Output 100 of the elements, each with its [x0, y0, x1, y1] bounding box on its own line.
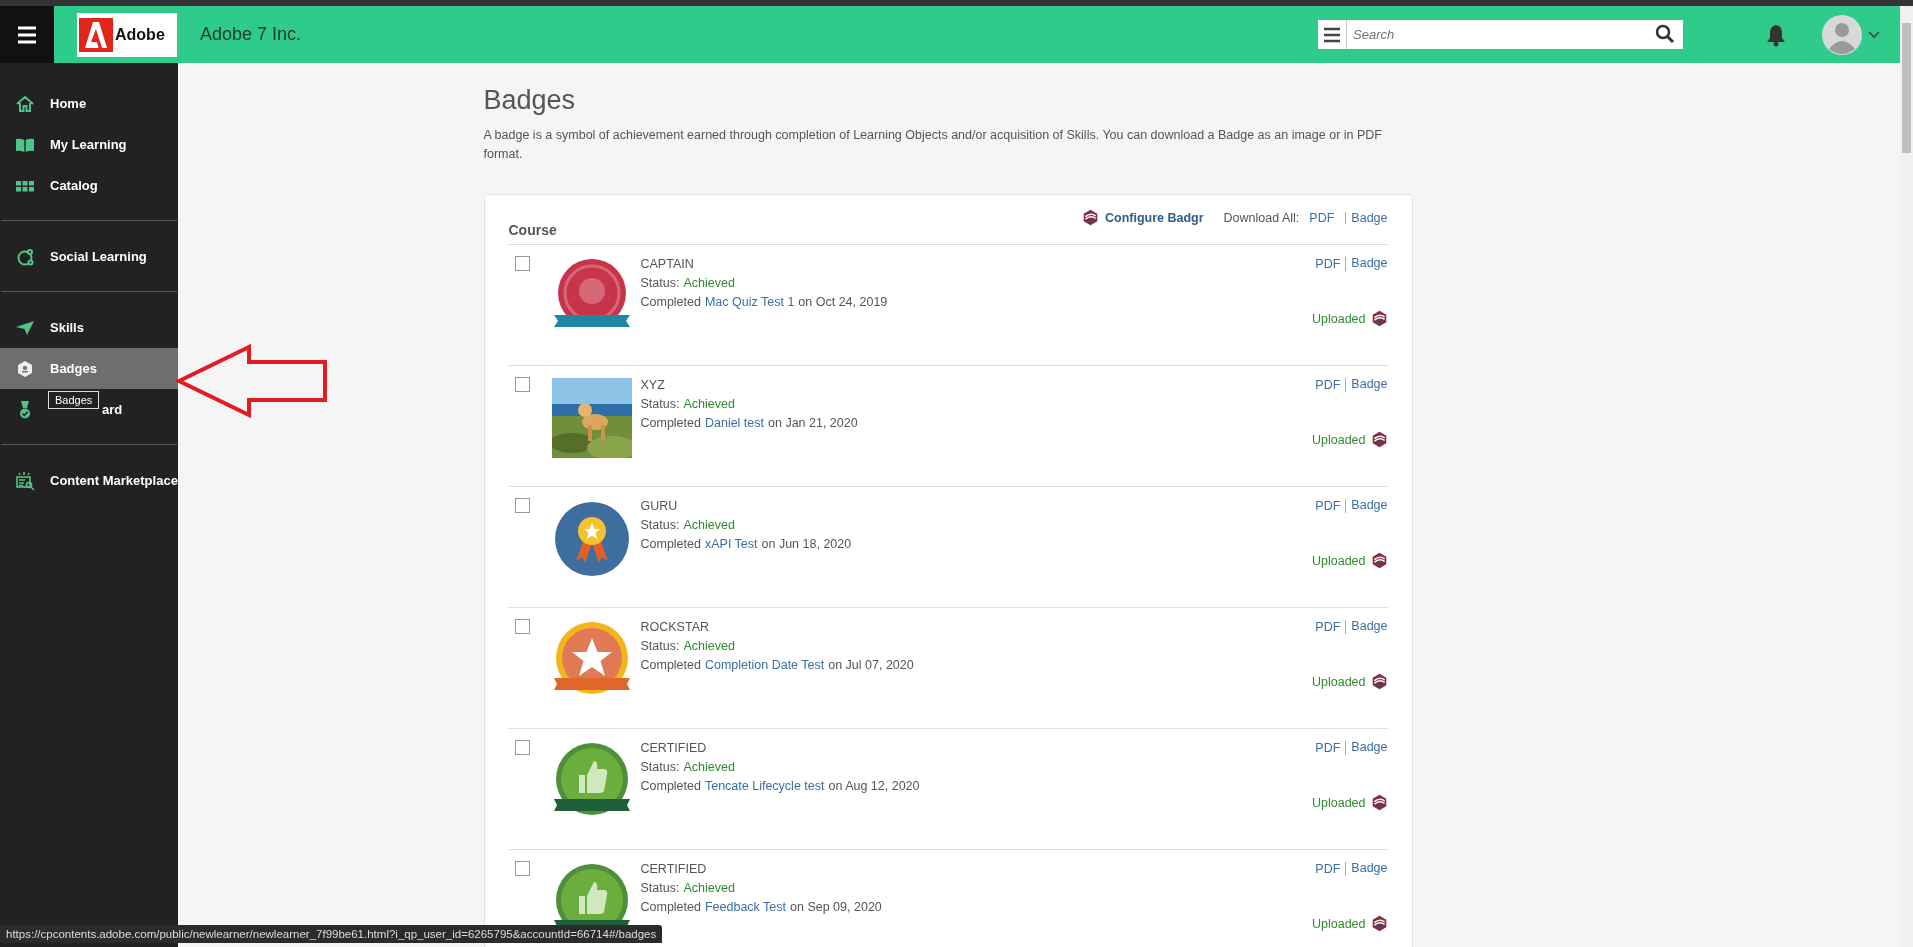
status-label: Status: [640, 639, 680, 653]
badge-link[interactable]: Badge [1345, 378, 1388, 392]
company-logo[interactable]: Adobe [77, 12, 177, 57]
badge-link[interactable]: Badge [1345, 620, 1388, 634]
status-value: Achieved [683, 518, 735, 532]
completed-label: Completed [640, 779, 701, 793]
badge-name: XYZ [640, 378, 666, 392]
badge-link[interactable]: Badge [1345, 741, 1388, 755]
status-value: Achieved [683, 881, 735, 895]
avatar-icon[interactable] [1822, 14, 1862, 55]
nav-item[interactable]: Social Learning [0, 236, 178, 277]
badge-name: CAPTAIN [640, 257, 695, 271]
status-label: Status: [640, 518, 680, 532]
badgr-icon [1370, 310, 1388, 327]
bell-icon[interactable] [1765, 22, 1787, 47]
nav-item[interactable]: Badges [0, 348, 178, 389]
checkbox[interactable] [514, 377, 530, 392]
course-link[interactable]: Daniel test [704, 416, 764, 430]
pdf-link[interactable]: PDF [1315, 378, 1341, 392]
caret-icon[interactable] [1868, 30, 1880, 39]
checkbox[interactable] [514, 498, 530, 513]
course-link[interactable]: xAPI Test [704, 537, 758, 551]
status-value: Achieved [683, 639, 735, 653]
checkbox[interactable] [514, 740, 530, 755]
menu-icon [17, 25, 37, 44]
badgr-icon [1370, 794, 1388, 811]
list-button[interactable] [1318, 20, 1347, 49]
completion-date: on Jul 07, 2020 [828, 658, 914, 672]
badgr-icon [1370, 673, 1388, 690]
completed-label: Completed [640, 416, 701, 430]
completed-label: Completed [640, 537, 701, 551]
completed-label: Completed [640, 900, 701, 914]
nav-item[interactable]: Skills [0, 307, 178, 348]
scrollbar[interactable] [1900, 6, 1913, 947]
page-title: Badges [483, 85, 577, 116]
configure-link[interactable]: Configure Badgr [1105, 210, 1204, 225]
nav-item[interactable]: Home [0, 83, 178, 124]
badge-link[interactable]: Badge [1345, 862, 1388, 876]
company-name: Adobe 7 Inc. [200, 24, 302, 45]
badge-name: CERTIFIED [640, 862, 708, 876]
status-bar: https://cpcontents.adobe.com/public/newlearner/newlearner_7f99be61.html?i_qp_user_id=6265795&accountId=66714#/badges [0, 925, 663, 943]
checkbox[interactable] [514, 861, 530, 876]
course-link[interactable]: Tencate Lifecycle test [704, 779, 825, 793]
upload-status: Uploaded [1312, 674, 1366, 689]
checkbox[interactable] [514, 619, 530, 634]
status-value: Achieved [683, 760, 735, 774]
course-link[interactable]: Mac Quiz Test 1 [704, 295, 795, 309]
pdf-link[interactable]: PDF [1315, 257, 1341, 271]
nav-item[interactable]: Catalog [0, 165, 178, 206]
badge-link[interactable]: Badge [1345, 211, 1388, 224]
nav-item[interactable]: ard Badges [0, 389, 178, 430]
badgr-icon [1370, 915, 1388, 932]
search-icon[interactable] [1655, 24, 1675, 44]
pdf-link[interactable]: PDF [1315, 862, 1341, 876]
upload-status: Uploaded [1312, 432, 1366, 447]
home-icon [15, 93, 35, 114]
pdf-link[interactable]: PDF [1315, 741, 1341, 755]
badge-link[interactable]: Badge [1345, 257, 1388, 271]
status-label: Status: [640, 276, 680, 290]
completion-date: on Jun 18, 2020 [761, 537, 852, 551]
course-link[interactable]: Feedback Test [704, 900, 787, 914]
list-icon [1323, 26, 1341, 43]
upload-status: Uploaded [1312, 916, 1366, 931]
completion-date: on Sep 09, 2020 [790, 900, 882, 914]
badge-link[interactable]: Badge [1345, 499, 1388, 513]
completed-label: Completed [640, 295, 701, 309]
completion-date: on Aug 12, 2020 [828, 779, 920, 793]
pdf-link[interactable]: PDF [1309, 210, 1335, 225]
status-value: Achieved [683, 276, 735, 290]
badge-icon [15, 358, 35, 379]
upload-status: Uploaded [1312, 795, 1366, 810]
checkbox[interactable] [514, 256, 530, 271]
upload-status: Uploaded [1312, 311, 1366, 326]
completion-date: on Oct 24, 2019 [798, 295, 888, 309]
status-label: Status: [640, 397, 680, 411]
badgr-icon [1370, 431, 1388, 448]
logo-text: Adobe [115, 25, 165, 44]
badgr-icon [1082, 209, 1099, 226]
badge-name: ROCKSTAR [640, 620, 711, 634]
section-heading: Course [508, 222, 557, 238]
badge-name: GURU [640, 499, 679, 513]
course-link[interactable]: Completion Date Test [704, 658, 825, 672]
nav-item[interactable]: My Learning [0, 124, 178, 165]
download-label: Download All: [1223, 210, 1300, 225]
market-icon [15, 470, 35, 491]
status-label: Status: [640, 881, 680, 895]
completed-label: Completed [640, 658, 701, 672]
pdf-link[interactable]: PDF [1315, 499, 1341, 513]
tooltip: Badges [48, 391, 100, 409]
nav-item[interactable]: Content Marketplace [0, 460, 178, 501]
pdf-link[interactable]: PDF [1315, 620, 1341, 634]
menu-button[interactable] [0, 6, 54, 63]
logo-mark-icon [79, 17, 113, 52]
social-icon [15, 246, 35, 267]
page-description: A badge is a symbol of achievement earned through completion of Learning Objects and/or acquisition of Skills. You can download a Badge as an image or in PDF format. [483, 127, 1383, 163]
badge-name: CERTIFIED [640, 741, 708, 755]
status-label: Status: [640, 760, 680, 774]
upload-status: Uploaded [1312, 553, 1366, 568]
search-field[interactable]: Search [1347, 20, 1683, 49]
completion-date: on Jan 21, 2020 [768, 416, 858, 430]
